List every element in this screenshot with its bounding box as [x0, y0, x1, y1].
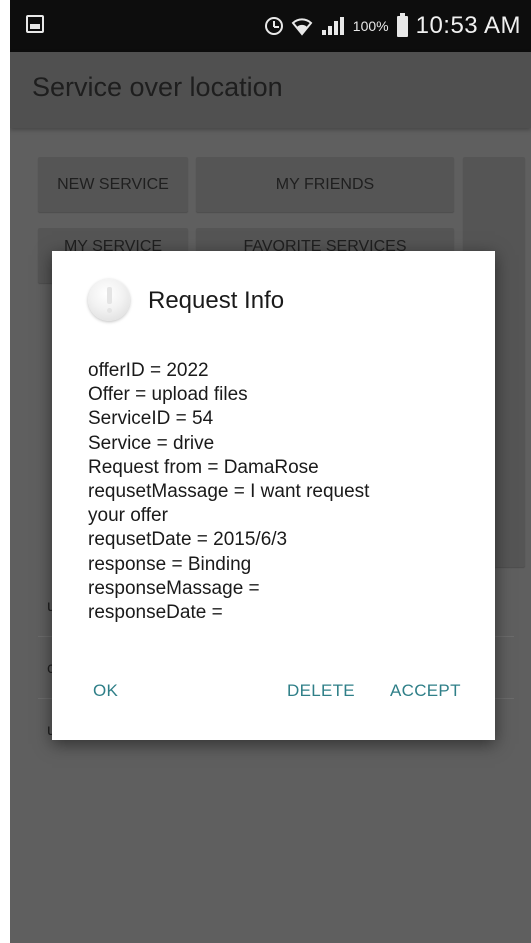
dialog-line-response: response = Binding: [88, 553, 252, 575]
dialog-line-service-id: ServiceID = 54: [88, 408, 214, 430]
dialog-line-response-message: responseMassage =: [88, 577, 260, 599]
new-service-button[interactable]: NEW SERVICE: [38, 157, 188, 212]
dialog-line-request-message-cont: your offer: [88, 505, 168, 527]
status-icons: 100% 10:53 AM: [264, 8, 521, 44]
dialog-line-response-date: responseDate =: [88, 602, 223, 624]
dialog-line-offer: Offer = upload files: [88, 384, 248, 406]
request-info-dialog: Request Info offerID = 2022 Offer = uplo…: [52, 251, 495, 740]
gallery-icon: [26, 15, 44, 33]
dialog-line-request-from: Request from = DamaRose: [88, 456, 319, 478]
info-icon: [88, 279, 130, 321]
dialog-actions: OK DELETE ACCEPT: [52, 671, 495, 721]
dialog-line-service: Service = drive: [88, 432, 215, 454]
delete-button[interactable]: DELETE: [287, 681, 355, 701]
signal-icon: [321, 16, 345, 36]
dialog-title: Request Info: [148, 287, 285, 314]
dialog-line-request-date: requsetDate = 2015/6/3: [88, 529, 288, 551]
status-bar: 100% 10:53 AM: [10, 0, 531, 52]
dialog-line-request-message: requsetMassage = I want request: [88, 481, 370, 503]
dialog-body: offerID = 2022 Offer = upload files Serv…: [88, 359, 468, 625]
wifi-icon: [291, 16, 313, 36]
accept-button[interactable]: ACCEPT: [390, 681, 461, 701]
app-bar: Service over location: [10, 52, 531, 128]
status-clock: 10:53 AM: [415, 12, 521, 39]
dialog-line-offer-id: offerID = 2022: [88, 360, 209, 381]
app-title: Service over location: [32, 72, 283, 102]
alarm-icon: [264, 17, 283, 35]
ok-button[interactable]: OK: [93, 681, 118, 701]
battery-icon: [396, 12, 408, 37]
my-friends-button[interactable]: MY FRIENDS: [196, 157, 454, 212]
battery-percent: 100%: [352, 18, 389, 34]
